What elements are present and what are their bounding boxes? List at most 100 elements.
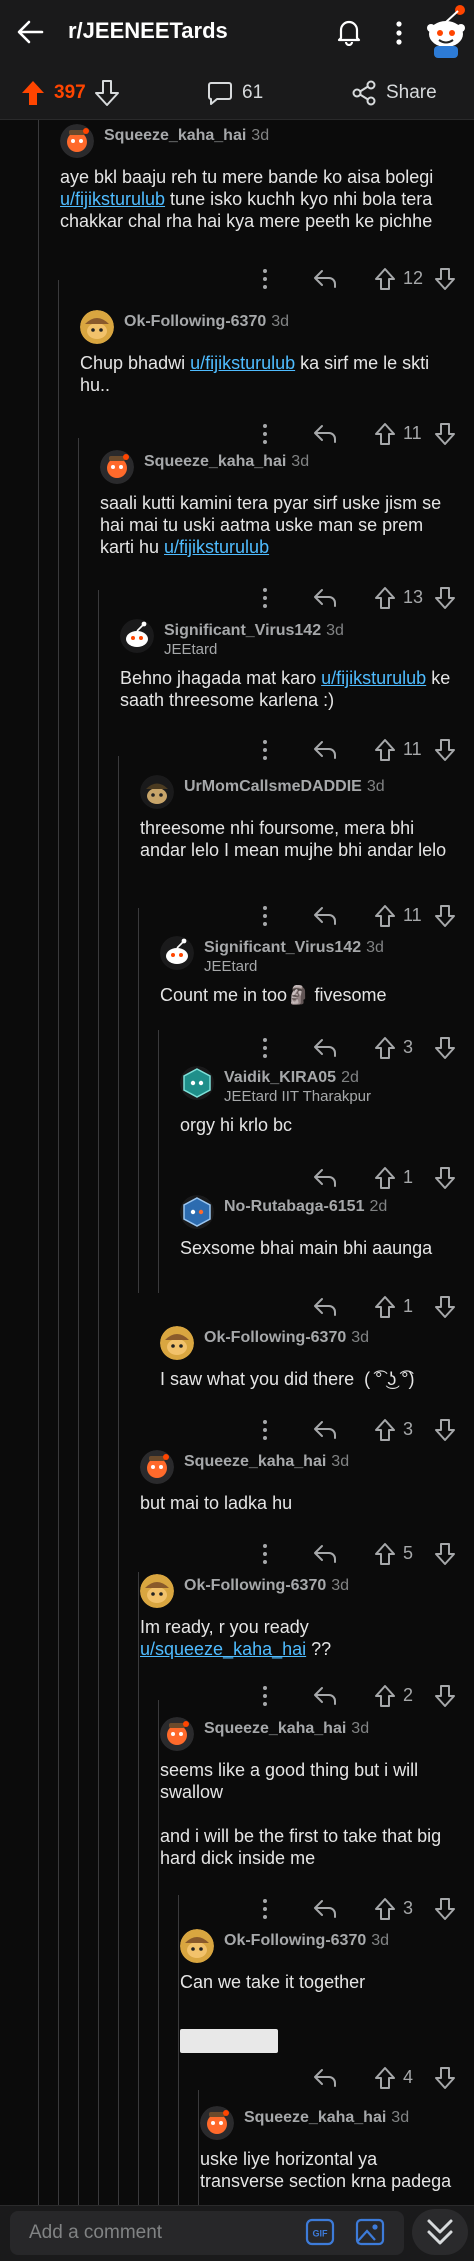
avatar[interactable] bbox=[100, 450, 134, 484]
avatar[interactable] bbox=[120, 619, 154, 653]
more-vertical-icon[interactable] bbox=[262, 1543, 268, 1565]
username[interactable]: Significant_Virus142 bbox=[164, 622, 321, 639]
username[interactable]: Squeeze_kaha_hai bbox=[184, 1453, 326, 1470]
upvote-icon[interactable] bbox=[374, 1166, 396, 1190]
comment-author[interactable]: Vaidik_KIRA05 2d bbox=[224, 1069, 359, 1087]
username[interactable]: No-Rutabaga-6151 bbox=[224, 1198, 364, 1215]
username[interactable]: Ok-Following-6370 bbox=[204, 1329, 346, 1346]
comment-author[interactable]: No-Rutabaga-6151 2d bbox=[224, 1198, 387, 1216]
comment-author[interactable]: Squeeze_kaha_hai 3d bbox=[204, 1720, 369, 1738]
comment-author[interactable]: Squeeze_kaha_hai 3d bbox=[184, 1453, 349, 1471]
avatar[interactable] bbox=[180, 1929, 214, 1963]
downvote-icon[interactable] bbox=[434, 586, 456, 610]
comment-icon[interactable] bbox=[207, 80, 233, 106]
avatar[interactable] bbox=[160, 1717, 194, 1751]
username[interactable]: Squeeze_kaha_hai bbox=[144, 453, 286, 470]
avatar[interactable] bbox=[80, 310, 114, 344]
more-vertical-icon[interactable] bbox=[262, 268, 268, 290]
comment-author[interactable]: Ok-Following-6370 3d bbox=[204, 1329, 369, 1347]
comment-author[interactable]: UrMomCallsmeDADDIE 3d bbox=[184, 778, 385, 796]
avatar[interactable] bbox=[60, 124, 94, 158]
more-vertical-icon[interactable] bbox=[262, 905, 268, 927]
avatar[interactable] bbox=[180, 1195, 214, 1229]
more-vertical-icon[interactable] bbox=[262, 1419, 268, 1441]
comment-author[interactable]: Ok-Following-6370 3d bbox=[184, 1577, 349, 1595]
reply-icon[interactable] bbox=[312, 1419, 338, 1441]
user-mention-link[interactable]: u/fijiksturulub bbox=[190, 353, 295, 373]
upvote-icon[interactable] bbox=[374, 1684, 396, 1708]
thread-line[interactable] bbox=[98, 590, 99, 2205]
upvote-icon[interactable] bbox=[374, 422, 396, 446]
more-vertical-icon[interactable] bbox=[262, 587, 268, 609]
upvote-icon[interactable] bbox=[374, 1418, 396, 1442]
username[interactable]: Vaidik_KIRA05 bbox=[224, 1069, 336, 1086]
reply-icon[interactable] bbox=[312, 1898, 338, 1920]
thread-line[interactable] bbox=[158, 1700, 159, 2205]
thread-line[interactable] bbox=[158, 1030, 159, 1293]
reply-icon[interactable] bbox=[312, 1543, 338, 1565]
bell-icon[interactable] bbox=[336, 18, 362, 46]
collapse-thread-button[interactable] bbox=[412, 2209, 468, 2255]
upvote-icon[interactable] bbox=[374, 267, 396, 291]
thread-line[interactable] bbox=[178, 1895, 179, 2205]
user-mention-link[interactable]: u/fijiksturulub bbox=[321, 668, 426, 688]
share-button[interactable]: Share bbox=[386, 82, 437, 104]
reply-icon[interactable] bbox=[312, 1296, 338, 1318]
reply-icon[interactable] bbox=[312, 1037, 338, 1059]
comment-author[interactable]: Significant_Virus142 3d bbox=[204, 939, 384, 957]
comment-image[interactable] bbox=[180, 2029, 278, 2053]
user-avatar-icon[interactable] bbox=[424, 2, 468, 60]
more-vertical-icon[interactable] bbox=[262, 1685, 268, 1707]
upvote-icon[interactable] bbox=[374, 1542, 396, 1566]
more-vertical-icon[interactable] bbox=[395, 20, 403, 46]
downvote-icon[interactable] bbox=[434, 1418, 456, 1442]
upvote-icon[interactable] bbox=[374, 586, 396, 610]
reply-icon[interactable] bbox=[312, 423, 338, 445]
reply-icon[interactable] bbox=[312, 587, 338, 609]
comment-count[interactable]: 61 bbox=[242, 82, 263, 104]
subreddit-title[interactable]: r/JEENEETards bbox=[68, 18, 228, 44]
reply-icon[interactable] bbox=[312, 268, 338, 290]
downvote-icon[interactable] bbox=[94, 79, 120, 107]
more-vertical-icon[interactable] bbox=[262, 1898, 268, 1920]
downvote-icon[interactable] bbox=[434, 1542, 456, 1566]
avatar[interactable] bbox=[160, 936, 194, 970]
add-comment-placeholder[interactable]: Add a comment bbox=[29, 2222, 162, 2244]
thread-line[interactable] bbox=[198, 2090, 199, 2205]
thread-line[interactable] bbox=[138, 908, 139, 1293]
user-mention-link[interactable]: u/fijiksturulub bbox=[164, 537, 269, 557]
comment-author[interactable]: Squeeze_kaha_hai 3d bbox=[104, 127, 269, 145]
upvote-icon[interactable] bbox=[374, 1036, 396, 1060]
reply-icon[interactable] bbox=[312, 1685, 338, 1707]
downvote-icon[interactable] bbox=[434, 1036, 456, 1060]
username[interactable]: Squeeze_kaha_hai bbox=[244, 2109, 386, 2126]
upvote-icon[interactable] bbox=[374, 1897, 396, 1921]
comment-author[interactable]: Squeeze_kaha_hai 3d bbox=[244, 2109, 409, 2127]
back-arrow-icon[interactable] bbox=[16, 18, 44, 46]
avatar[interactable] bbox=[200, 2106, 234, 2140]
more-vertical-icon[interactable] bbox=[262, 739, 268, 761]
upvote-icon[interactable] bbox=[374, 904, 396, 928]
downvote-icon[interactable] bbox=[434, 1295, 456, 1319]
username[interactable]: Squeeze_kaha_hai bbox=[104, 127, 246, 144]
reply-icon[interactable] bbox=[312, 905, 338, 927]
comment-author[interactable]: Squeeze_kaha_hai 3d bbox=[144, 453, 309, 471]
username[interactable]: Squeeze_kaha_hai bbox=[204, 1720, 346, 1737]
upvote-icon[interactable] bbox=[374, 2066, 396, 2090]
comment-author[interactable]: Ok-Following-6370 3d bbox=[124, 313, 289, 331]
comment-author[interactable]: Significant_Virus142 3d bbox=[164, 622, 344, 640]
gif-icon[interactable]: GIF bbox=[305, 2217, 335, 2247]
downvote-icon[interactable] bbox=[434, 2066, 456, 2090]
thread-line[interactable] bbox=[138, 1572, 139, 2205]
upvote-icon[interactable] bbox=[374, 738, 396, 762]
downvote-icon[interactable] bbox=[434, 1897, 456, 1921]
username[interactable]: UrMomCallsmeDADDIE bbox=[184, 778, 362, 795]
upvote-icon[interactable] bbox=[374, 1295, 396, 1319]
username[interactable]: Significant_Virus142 bbox=[204, 939, 361, 956]
downvote-icon[interactable] bbox=[434, 1166, 456, 1190]
reply-icon[interactable] bbox=[312, 1167, 338, 1189]
upvote-icon[interactable] bbox=[20, 79, 46, 107]
downvote-icon[interactable] bbox=[434, 1684, 456, 1708]
reply-icon[interactable] bbox=[312, 739, 338, 761]
share-icon[interactable] bbox=[352, 80, 376, 106]
